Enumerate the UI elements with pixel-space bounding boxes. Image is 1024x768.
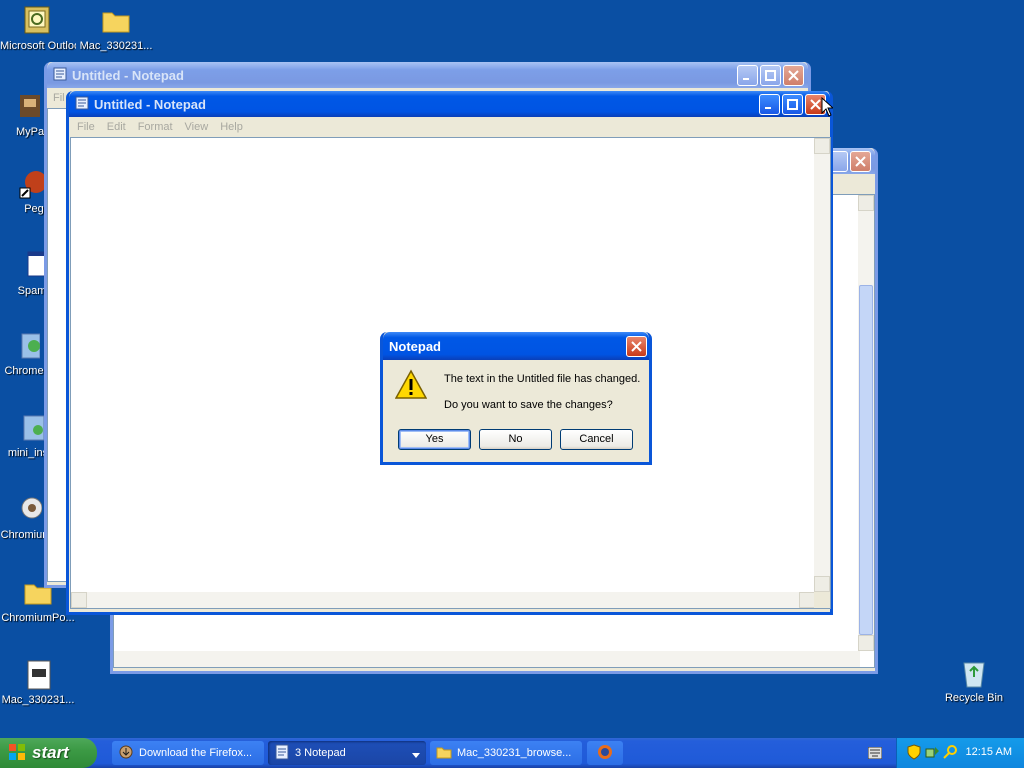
system-tray: 12:15 AM bbox=[896, 738, 1024, 768]
security-shield-icon[interactable] bbox=[907, 743, 921, 763]
task-firefox[interactable] bbox=[587, 741, 623, 765]
dialog-titlebar[interactable]: Notepad bbox=[383, 332, 649, 360]
windows-logo-icon bbox=[8, 743, 26, 764]
outlook-icon bbox=[22, 5, 54, 37]
size-grip[interactable] bbox=[814, 592, 830, 608]
front-window-menubar: File Edit Format View Help bbox=[69, 117, 830, 137]
maximize-button[interactable] bbox=[782, 94, 803, 115]
folder-icon bbox=[436, 744, 452, 763]
taskbar: start Download the Firefox... 3 Notepad … bbox=[0, 738, 1024, 768]
task-label: Mac_330231_browse... bbox=[457, 747, 572, 759]
mini-installer-icon bbox=[12, 412, 45, 444]
scroll-down-arrow[interactable] bbox=[858, 635, 874, 651]
yes-button[interactable]: Yes bbox=[398, 429, 471, 450]
front-window-titlebar[interactable]: Untitled - Notepad bbox=[69, 91, 830, 117]
network-icon[interactable] bbox=[925, 744, 941, 763]
vertical-scrollbar[interactable] bbox=[858, 195, 874, 651]
maximize-button[interactable] bbox=[760, 65, 781, 86]
save-changes-dialog[interactable]: Notepad The text in the Untitled file ha… bbox=[380, 332, 652, 465]
scroll-up-arrow[interactable] bbox=[814, 138, 830, 154]
dialog-close-button[interactable] bbox=[626, 336, 647, 357]
start-label: start bbox=[32, 743, 69, 762]
notepad-icon bbox=[53, 67, 67, 84]
chevron-down-icon bbox=[412, 750, 420, 762]
desktop-icon-mac-folder[interactable]: Mac_330231... bbox=[78, 5, 154, 53]
horizontal-scrollbar[interactable] bbox=[114, 651, 860, 667]
desktop-icon-label: Recycle Bin bbox=[944, 692, 1004, 704]
chromium-icon bbox=[10, 494, 43, 526]
mouse-cursor-icon bbox=[821, 96, 835, 120]
window-title: Untitled - Notepad bbox=[94, 96, 206, 112]
dialog-message-line2: Do you want to save the changes? bbox=[444, 399, 613, 411]
no-button[interactable]: No bbox=[479, 429, 552, 450]
notepad-icon bbox=[274, 744, 290, 763]
menu-view[interactable]: View bbox=[179, 121, 215, 133]
scroll-right-arrow[interactable] bbox=[799, 592, 815, 608]
desktop-icon-label: Mac_330231... bbox=[79, 40, 153, 52]
menu-file[interactable]: File bbox=[71, 121, 101, 133]
horizontal-scrollbar[interactable] bbox=[71, 592, 815, 608]
scroll-left-arrow[interactable] bbox=[71, 592, 87, 608]
window-title: Untitled - Notepad bbox=[72, 67, 184, 83]
start-button[interactable]: start bbox=[0, 738, 97, 768]
scroll-down-arrow[interactable] bbox=[814, 576, 830, 592]
keyboard-icon[interactable] bbox=[867, 746, 883, 762]
notepad-icon bbox=[75, 96, 89, 113]
exe-file-icon bbox=[22, 659, 54, 691]
desktop-icon-mac-exe[interactable]: Mac_330231... bbox=[0, 659, 76, 707]
close-button[interactable] bbox=[850, 151, 871, 172]
desktop-icon-label: Mac_330231... bbox=[1, 694, 75, 706]
recycle-bin-icon bbox=[958, 657, 990, 689]
search-icon[interactable] bbox=[943, 744, 959, 763]
scroll-up-arrow[interactable] bbox=[858, 195, 874, 211]
dialog-title: Notepad bbox=[389, 338, 441, 354]
mypaint-icon bbox=[14, 91, 46, 123]
menu-format[interactable]: Format bbox=[132, 121, 179, 133]
task-mac-folder[interactable]: Mac_330231_browse... bbox=[430, 741, 582, 765]
chrome-installer-icon bbox=[8, 330, 41, 362]
dialog-message-line1: The text in the Untitled file has change… bbox=[444, 373, 641, 385]
desktop-icon-label: Microsoft Outlook bbox=[0, 40, 76, 52]
task-notepad-group[interactable]: 3 Notepad bbox=[268, 741, 426, 765]
cancel-button[interactable]: Cancel bbox=[560, 429, 633, 450]
minimize-button[interactable] bbox=[737, 65, 758, 86]
firefox-download-icon bbox=[118, 744, 134, 763]
task-firefox-download[interactable]: Download the Firefox... bbox=[112, 741, 264, 765]
warning-icon bbox=[394, 369, 428, 404]
task-label: 3 Notepad bbox=[295, 747, 346, 759]
vertical-scrollbar[interactable] bbox=[814, 138, 830, 592]
minimize-button[interactable] bbox=[759, 94, 780, 115]
folder-icon bbox=[100, 5, 132, 37]
close-button[interactable] bbox=[783, 65, 804, 86]
menu-edit[interactable]: Edit bbox=[101, 121, 132, 133]
clock[interactable]: 12:15 AM bbox=[966, 746, 1012, 758]
menu-help[interactable]: Help bbox=[214, 121, 249, 133]
firefox-icon bbox=[597, 744, 613, 763]
desktop-icon-outlook[interactable]: Microsoft Outlook bbox=[0, 5, 76, 53]
desktop-icon-label: ChromiumPo... bbox=[1, 612, 75, 624]
back-window-titlebar[interactable]: Untitled - Notepad bbox=[47, 62, 808, 88]
desktop-icon-recycle-bin[interactable]: Recycle Bin bbox=[936, 657, 1012, 705]
task-label: Download the Firefox... bbox=[139, 747, 253, 759]
scroll-thumb[interactable] bbox=[859, 285, 873, 635]
